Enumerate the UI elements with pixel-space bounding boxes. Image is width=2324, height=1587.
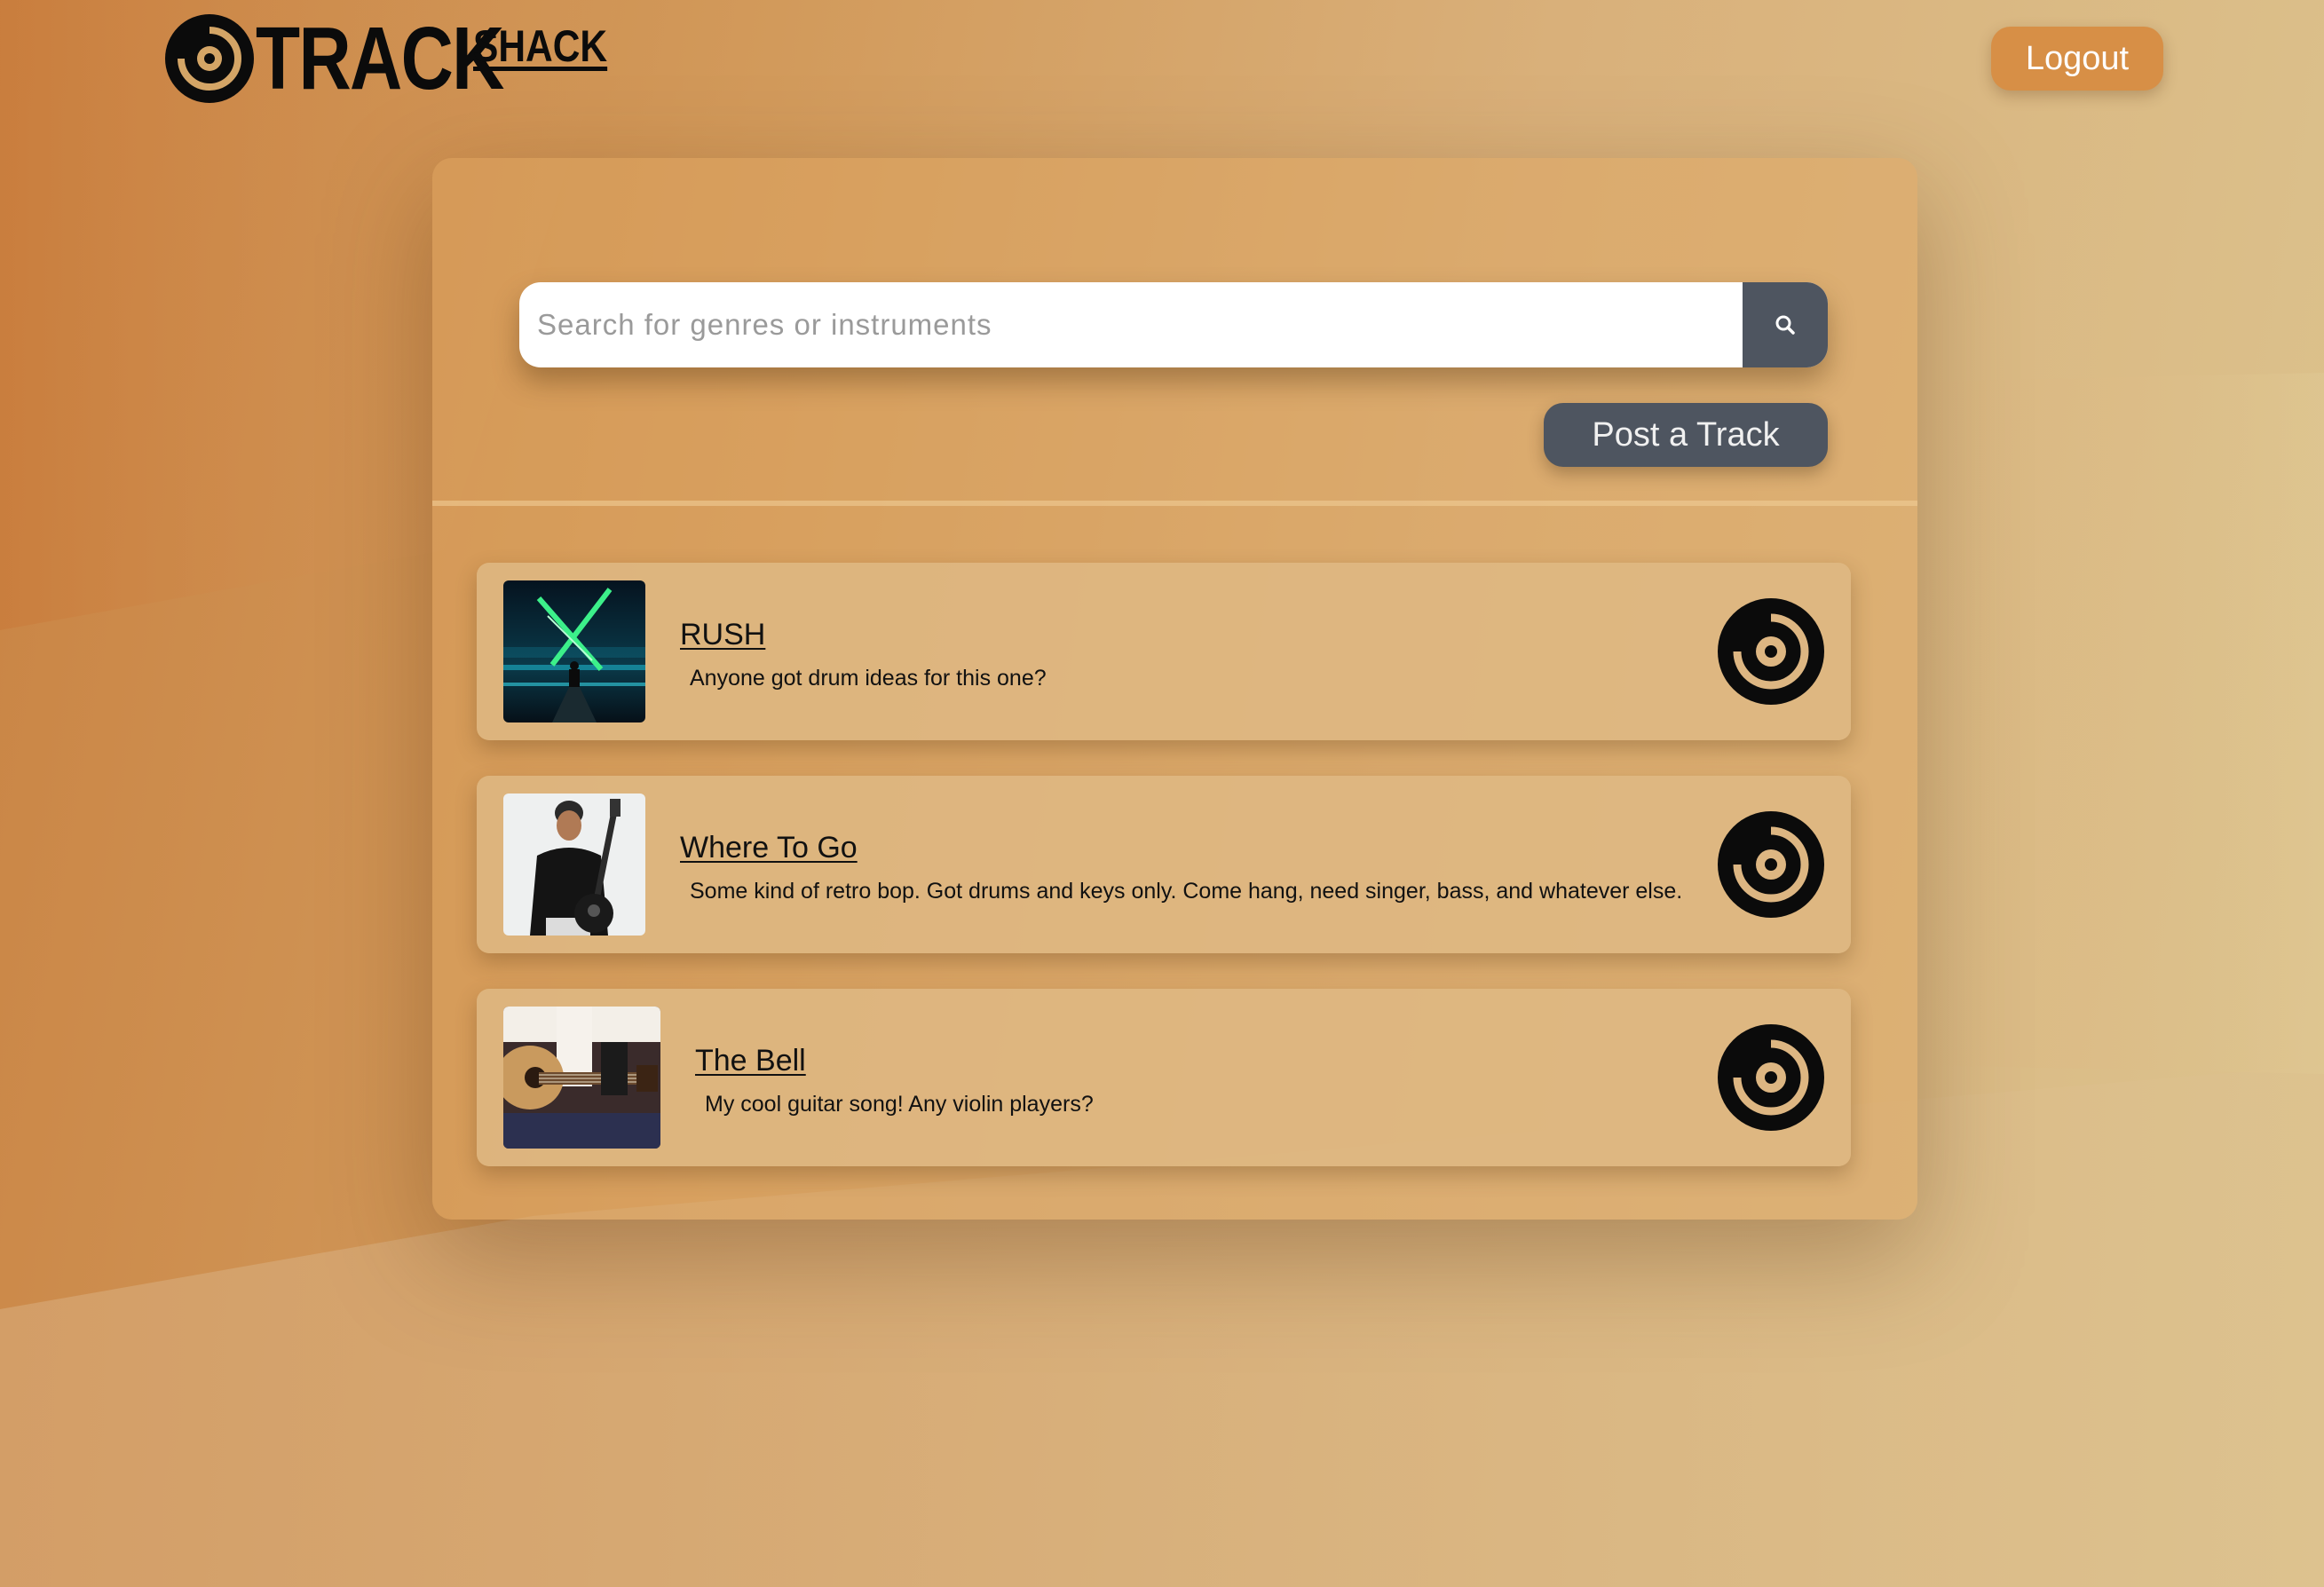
post-track-button[interactable]: Post a Track xyxy=(1544,403,1828,467)
track-description: Anyone got drum ideas for this one? xyxy=(690,666,1047,691)
search-bar xyxy=(519,282,1828,367)
track-description: My cool guitar song! Any violin players? xyxy=(705,1092,1094,1117)
search-icon xyxy=(1775,315,1795,335)
track-title[interactable]: RUSH xyxy=(680,618,765,652)
logo-wordmark-secondary: SHACK xyxy=(473,21,608,71)
track-card[interactable]: RUSH Anyone got drum ideas for this one? xyxy=(477,563,1851,740)
track-card[interactable]: Where To Go Some kind of retro bop. Got … xyxy=(477,776,1851,953)
track-card[interactable]: The Bell My cool guitar song! Any violin… xyxy=(477,989,1851,1166)
neon-art-image xyxy=(503,580,645,722)
logout-button[interactable]: Logout xyxy=(1991,27,2163,91)
track-thumbnail-neon-art[interactable] xyxy=(503,580,645,722)
track-list: RUSH Anyone got drum ideas for this one? xyxy=(477,563,1851,1202)
vinyl-disc-icon[interactable] xyxy=(1718,1024,1824,1131)
search-input[interactable] xyxy=(519,282,1743,367)
section-divider xyxy=(432,501,1917,506)
search-button[interactable] xyxy=(1743,282,1828,367)
vinyl-disc-icon[interactable] xyxy=(1718,811,1824,918)
guitarist-photo-image xyxy=(503,794,645,936)
track-description: Some kind of retro bop. Got drums and ke… xyxy=(690,879,1683,904)
track-thumbnail-guitarist[interactable] xyxy=(503,794,645,936)
track-thumbnail-acoustic-guitar[interactable] xyxy=(503,1007,660,1149)
vinyl-logo-icon xyxy=(165,14,254,103)
track-title[interactable]: Where To Go xyxy=(680,831,858,865)
vinyl-disc-icon[interactable] xyxy=(1718,598,1824,705)
main-panel: Post a Track xyxy=(432,158,1917,1220)
logo-wordmark-primary: TRACK xyxy=(256,9,504,108)
track-title[interactable]: The Bell xyxy=(695,1044,806,1078)
acoustic-guitar-photo-image xyxy=(503,1007,660,1149)
brand-logo[interactable]: TRACK SHACK xyxy=(165,12,631,105)
